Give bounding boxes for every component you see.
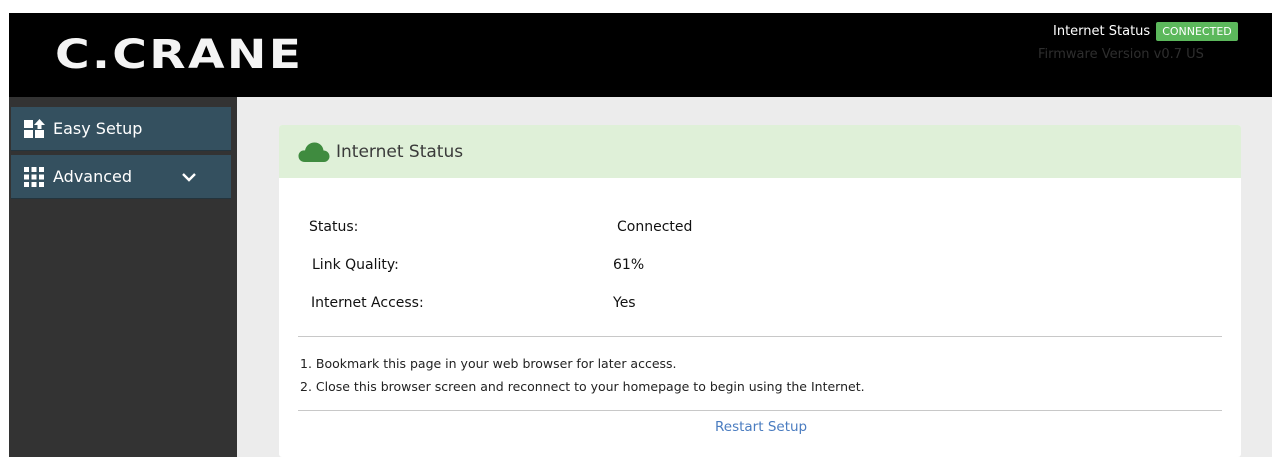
link-quality-label: Link Quality: [312, 257, 399, 273]
internet-status-label: Internet Status [1053, 24, 1151, 39]
internet-status-indicator: Internet Status CONNECTED [1053, 22, 1238, 41]
firmware-version: Firmware Version v0.7 US [1038, 47, 1204, 62]
instruction-reconnect: 2. Close this browser screen and reconne… [300, 379, 865, 394]
internet-access-value: Yes [613, 295, 636, 311]
internet-status-panel: Internet Status Status: Connected Link Q… [279, 125, 1241, 457]
app-window: C.CRANE Internet Status CONNECTED Firmwa… [9, 13, 1272, 457]
instruction-bookmark: 1. Bookmark this page in your web browse… [300, 356, 677, 371]
brand-logo: C.CRANE [55, 32, 304, 78]
sidebar-item-advanced[interactable]: Advanced [11, 155, 231, 199]
top-bar: C.CRANE Internet Status CONNECTED Firmwa… [9, 13, 1272, 97]
sidebar: Easy Setup Advanced [9, 97, 237, 457]
status-value: Connected [617, 219, 693, 235]
sidebar-item-label: Advanced [53, 167, 133, 186]
easy-setup-icon [24, 118, 45, 138]
sidebar-item-label: Easy Setup [53, 119, 143, 138]
panel-title: Internet Status [336, 141, 464, 162]
divider [298, 410, 1222, 411]
panel-header: Internet Status [279, 125, 1241, 178]
internet-access-label: Internet Access: [311, 295, 424, 311]
status-label: Status: [309, 219, 359, 235]
chevron-down-icon[interactable] [181, 169, 197, 185]
sidebar-item-easy-setup[interactable]: Easy Setup [11, 107, 231, 151]
cloud-icon [298, 142, 330, 162]
link-quality-value: 61% [613, 257, 645, 273]
divider [298, 336, 1222, 337]
status-badge: CONNECTED [1156, 22, 1238, 41]
restart-setup-link[interactable]: Restart Setup [715, 419, 807, 435]
grid-icon [24, 166, 44, 187]
